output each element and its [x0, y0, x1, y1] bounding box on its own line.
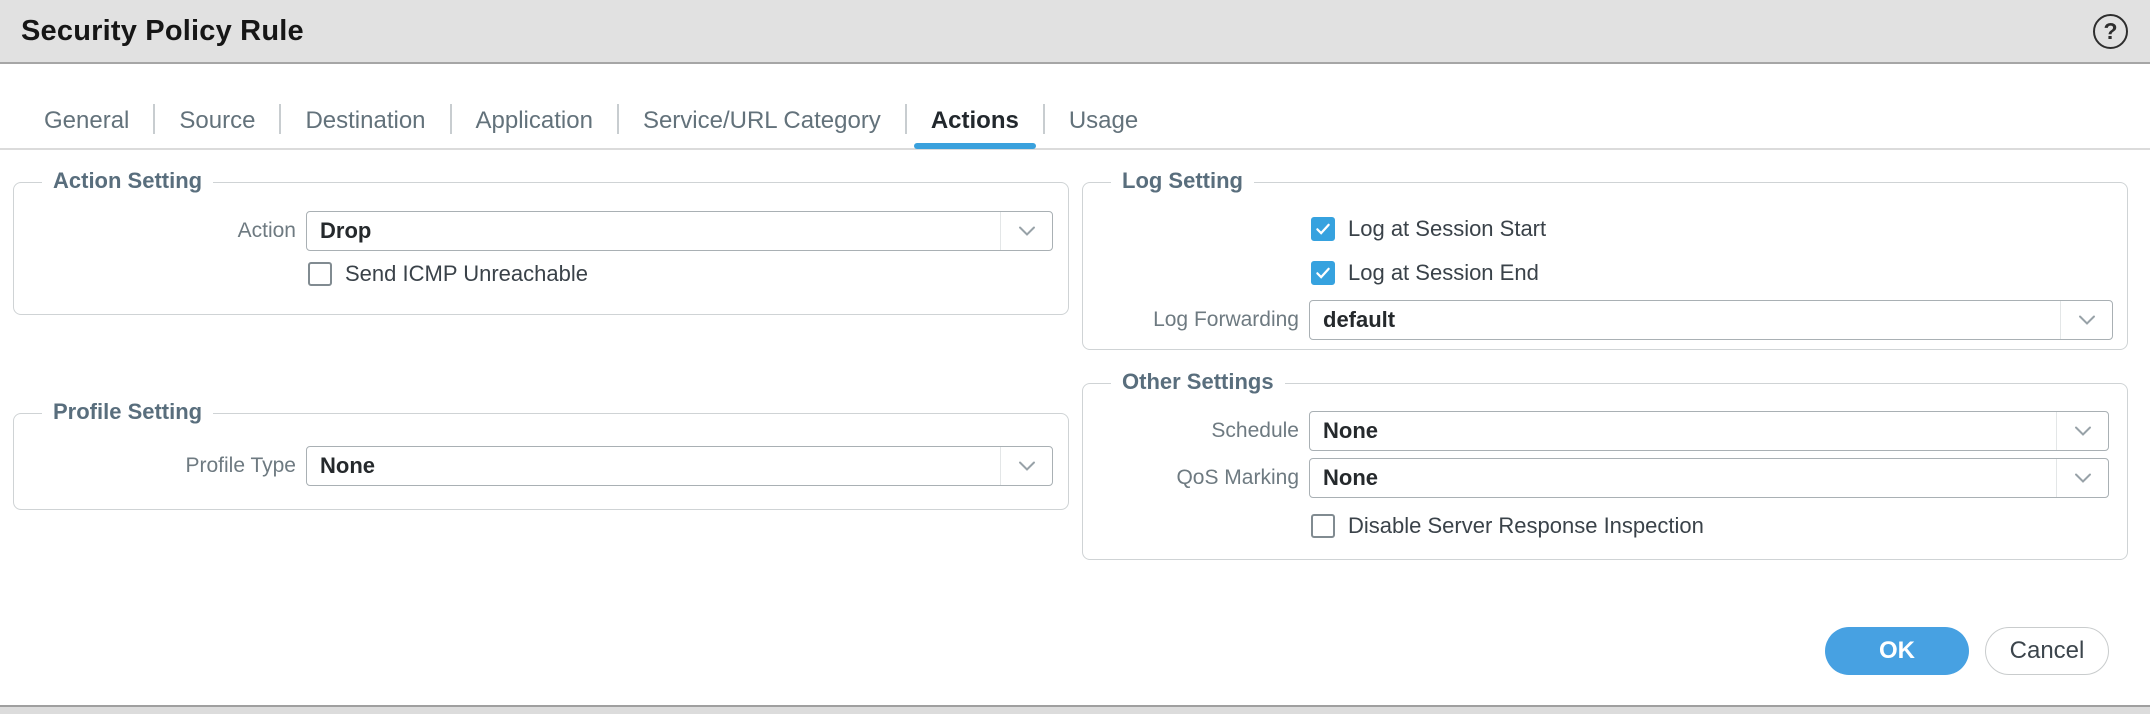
chevron-down-icon — [2056, 459, 2108, 497]
chevron-down-icon — [1000, 447, 1052, 485]
tab-general[interactable]: General — [20, 93, 153, 149]
qos-marking-dropdown-value: None — [1310, 465, 2056, 491]
tab-service-url-category[interactable]: Service/URL Category — [619, 93, 905, 149]
qos-marking-dropdown[interactable]: None — [1309, 458, 2109, 498]
checkbox-icon — [1311, 514, 1335, 538]
help-icon-glyph: ? — [2103, 18, 2117, 45]
cancel-button[interactable]: Cancel — [1985, 627, 2109, 675]
security-policy-rule-dialog: Security Policy Rule ? General Source De… — [0, 0, 2150, 714]
profile-setting-legend: Profile Setting — [42, 399, 213, 425]
dialog-titlebar: Security Policy Rule ? — [0, 0, 2150, 64]
dialog-bottom-edge — [0, 705, 2150, 714]
profile-setting-panel: Profile Setting Profile Type None — [13, 413, 1069, 510]
action-setting-panel: Action Setting Action Drop Send ICMP Unr… — [13, 182, 1069, 315]
schedule-label: Schedule — [1083, 411, 1299, 451]
tab-destination[interactable]: Destination — [281, 93, 449, 149]
action-setting-legend: Action Setting — [42, 168, 213, 194]
log-setting-legend: Log Setting — [1111, 168, 1254, 194]
help-icon[interactable]: ? — [2093, 14, 2128, 49]
checkbox-icon — [1311, 217, 1335, 241]
tab-source[interactable]: Source — [155, 93, 279, 149]
log-at-session-end-checkbox[interactable]: Log at Session End — [1311, 260, 1539, 286]
schedule-dropdown-value: None — [1310, 418, 2056, 444]
checkbox-icon — [308, 262, 332, 286]
checkbox-icon — [1311, 261, 1335, 285]
tab-actions[interactable]: Actions — [907, 93, 1043, 149]
log-setting-panel: Log Setting Log at Session Start Log at … — [1082, 182, 2128, 350]
profile-type-dropdown-value: None — [307, 453, 1000, 479]
page-title: Security Policy Rule — [21, 15, 304, 48]
send-icmp-unreachable-checkbox[interactable]: Send ICMP Unreachable — [308, 261, 588, 287]
disable-server-response-inspection-checkbox[interactable]: Disable Server Response Inspection — [1311, 513, 1704, 539]
send-icmp-unreachable-label: Send ICMP Unreachable — [345, 261, 588, 287]
profile-type-dropdown[interactable]: None — [306, 446, 1053, 486]
action-label: Action — [14, 211, 296, 251]
tab-usage[interactable]: Usage — [1045, 93, 1162, 149]
log-at-session-start-checkbox[interactable]: Log at Session Start — [1311, 216, 1546, 242]
log-at-session-start-label: Log at Session Start — [1348, 216, 1546, 242]
log-forwarding-dropdown[interactable]: default — [1309, 300, 2113, 340]
chevron-down-icon — [2060, 301, 2112, 339]
tab-application[interactable]: Application — [452, 93, 617, 149]
profile-type-label: Profile Type — [14, 446, 296, 486]
ok-button[interactable]: OK — [1825, 627, 1969, 675]
log-forwarding-dropdown-value: default — [1310, 307, 2060, 333]
schedule-dropdown[interactable]: None — [1309, 411, 2109, 451]
other-settings-legend: Other Settings — [1111, 369, 1285, 395]
chevron-down-icon — [1000, 212, 1052, 250]
action-dropdown[interactable]: Drop — [306, 211, 1053, 251]
action-dropdown-value: Drop — [307, 218, 1000, 244]
qos-marking-label: QoS Marking — [1083, 458, 1299, 498]
tab-bar: General Source Destination Application S… — [0, 66, 2150, 150]
chevron-down-icon — [2056, 412, 2108, 450]
other-settings-panel: Other Settings Schedule None QoS Marking… — [1082, 383, 2128, 560]
log-forwarding-label: Log Forwarding — [1083, 300, 1299, 340]
log-at-session-end-label: Log at Session End — [1348, 260, 1539, 286]
disable-server-response-inspection-label: Disable Server Response Inspection — [1348, 513, 1704, 539]
